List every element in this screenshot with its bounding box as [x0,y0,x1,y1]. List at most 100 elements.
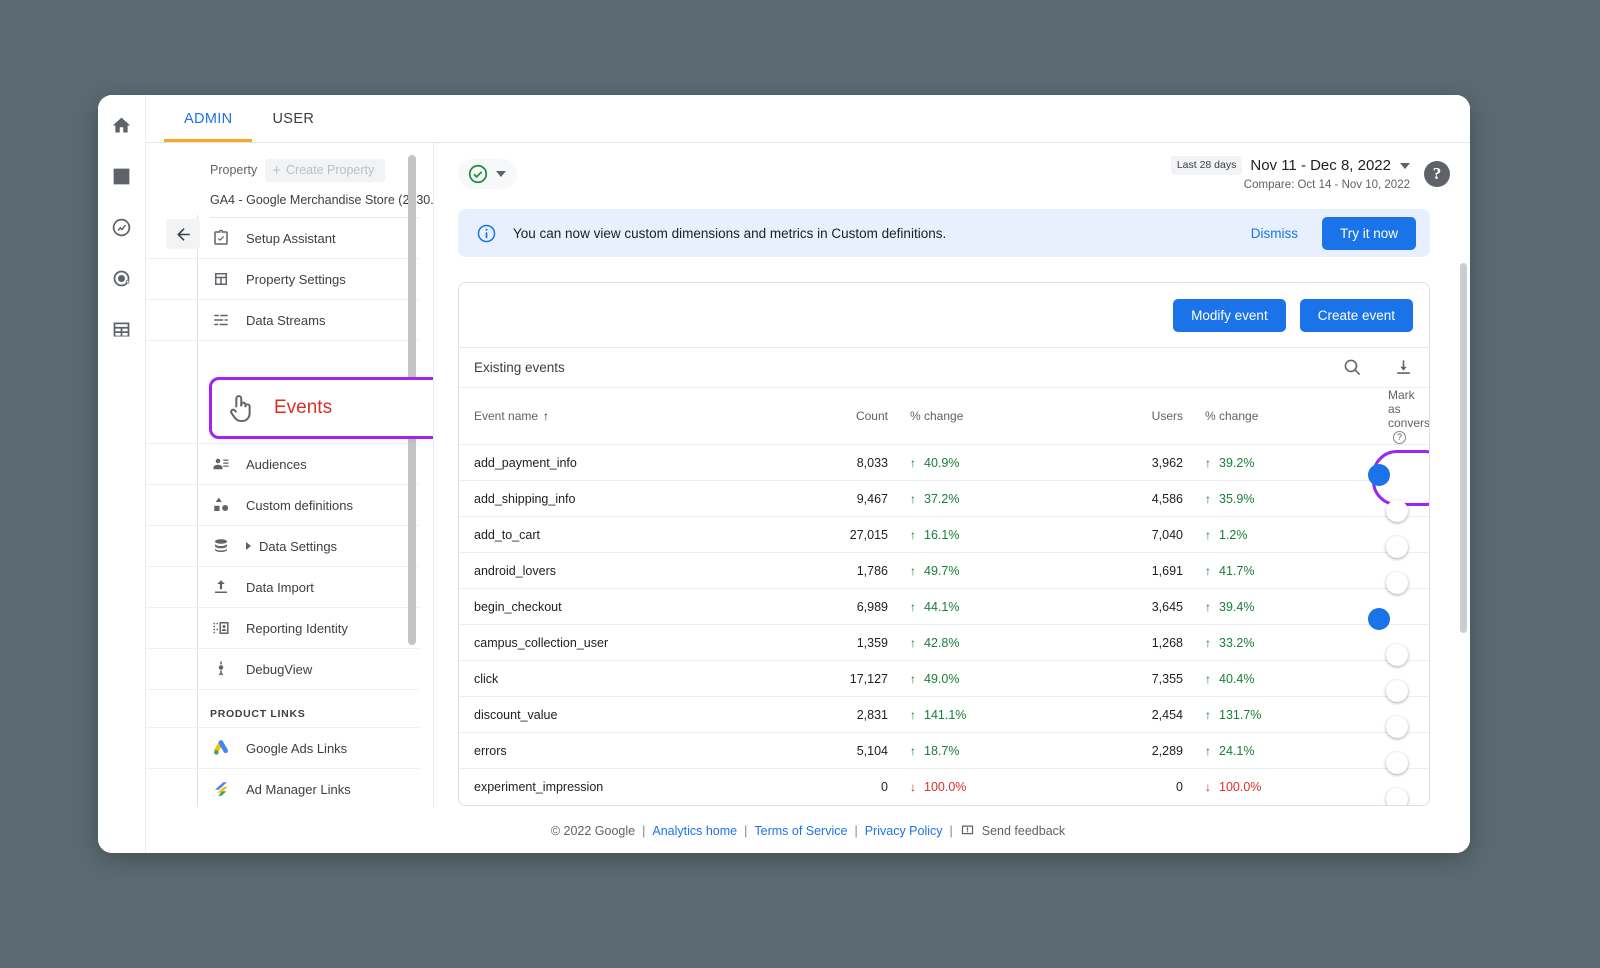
sidebar-item-property-settings[interactable]: Property Settings [146,259,419,300]
col-event-name[interactable]: Event name↑ [459,388,789,445]
date-range-picker[interactable]: Last 28 days Nov 11 - Dec 8, 2022 Compar… [1171,155,1410,193]
users-change-value: 41.7% [1219,564,1254,578]
footer-link-analytics-home[interactable]: Analytics home [652,824,737,838]
back-button[interactable] [166,219,200,249]
chevron-down-icon [1400,163,1410,169]
data-status-dropdown[interactable] [458,159,517,189]
property-header: Property + Create Property [146,157,433,183]
property-name[interactable]: GA4 - Google Merchandise Store (2130... [146,183,433,217]
table-row[interactable]: campus_collection_user1,359↑42.8%1,268↑3… [459,625,1429,661]
trend-arrow-icon: ↑ [1205,745,1211,757]
count-change-value: 42.8% [924,636,959,650]
users-change-value: 131.7% [1219,708,1261,722]
database-icon [210,535,232,557]
dismiss-button[interactable]: Dismiss [1243,220,1306,247]
table-row[interactable]: add_to_cart27,015↑16.1%7,040↑1.2% [459,517,1429,553]
cell-users: 3,962 [1084,445,1189,481]
tab-user[interactable]: USER [252,96,334,142]
sidebar-item-data-import[interactable]: Data Import [146,567,419,608]
help-question-icon[interactable]: ? [1393,431,1406,444]
sidebar-item-data-streams[interactable]: Data Streams [146,300,419,341]
sidebar-item-ad-manager-links[interactable]: Ad Manager Links [146,769,419,807]
table-row[interactable]: add_shipping_info9,467↑37.2%4,586↑35.9% [459,481,1429,517]
main-scrollbar[interactable] [1460,263,1467,633]
table-row[interactable]: errors5,104↑18.7%2,289↑24.1% [459,733,1429,769]
sidebar-item-debugview[interactable]: DebugView [146,649,419,690]
table-row[interactable]: discount_value2,831↑141.1%2,454↑131.7% [459,697,1429,733]
tab-admin[interactable]: ADMIN [164,96,252,142]
tab-admin-label: ADMIN [184,111,232,127]
home-icon[interactable] [106,109,138,141]
arrow-left-icon [174,225,193,244]
table-row[interactable]: begin_checkout6,989↑44.1%3,645↑39.4% [459,589,1429,625]
sidebar-item-google-ads-links[interactable]: Google Ads Links [146,728,419,769]
cell-mark-as-conversion [1364,445,1429,481]
trend-arrow-icon: ↑ [1205,457,1211,469]
cell-count: 2,831 [789,697,894,733]
sidebar-item-audiences[interactable]: Audiences [146,444,419,485]
clipboard-check-icon [210,227,232,249]
users-change-value: 35.9% [1219,492,1254,506]
modify-event-button[interactable]: Modify event [1173,299,1286,332]
col-mark-label: Mark as conversion [1388,388,1430,430]
advertising-icon[interactable] [106,262,138,294]
cell-users: 1,691 [1084,553,1189,589]
trend-arrow-icon: ↑ [910,493,916,505]
check-circle-icon [467,163,489,185]
cell-mark-as-conversion [1364,661,1429,697]
configure-icon[interactable] [106,313,138,345]
cell-count-change: ↑37.2% [894,481,1084,517]
table-row[interactable]: experiment_impression0↓100.0%0↓100.0% [459,769,1429,805]
explore-icon[interactable] [106,211,138,243]
help-glyph: ? [1433,164,1442,184]
main-column: ADMIN USER Property + Create Property [146,95,1470,853]
col-users-change[interactable]: % change [1189,388,1364,445]
existing-events-header: Existing events [459,347,1429,387]
trend-arrow-icon: ↑ [1205,601,1211,613]
layout-icon [210,268,232,290]
content-body: Property + Create Property GA4 - Google … [146,143,1470,807]
count-change-value: 18.7% [924,744,959,758]
col-count-change[interactable]: % change [894,388,1084,445]
search-icon[interactable] [1343,358,1362,377]
cell-count: 5,104 [789,733,894,769]
help-icon[interactable]: ? [1424,161,1450,187]
table-row[interactable]: click17,127↑49.0%7,355↑40.4% [459,661,1429,697]
main-topbar: Last 28 days Nov 11 - Dec 8, 2022 Compar… [434,143,1470,205]
count-change-value: 100.0% [924,780,966,794]
send-feedback-button[interactable]: Send feedback [960,823,1065,838]
cell-event-name: add_payment_info [459,445,789,481]
count-change-value: 40.9% [924,456,959,470]
upload-icon [210,576,232,598]
sidebar-item-reporting-identity[interactable]: Reporting Identity [146,608,419,649]
toggle-knob [1386,536,1408,558]
cell-count-change: ↓100.0% [894,769,1084,805]
existing-events-title: Existing events [474,360,565,375]
cell-users: 1,268 [1084,625,1189,661]
shapes-icon [210,494,232,516]
cell-users-change: ↑40.4% [1189,661,1364,697]
table-row[interactable]: android_lovers1,786↑49.7%1,691↑41.7% [459,553,1429,589]
users-change-value: 24.1% [1219,744,1254,758]
footer-link-privacy[interactable]: Privacy Policy [865,824,943,838]
footer-link-terms[interactable]: Terms of Service [754,824,847,838]
cell-users: 4,586 [1084,481,1189,517]
plus-icon: + [272,163,281,178]
count-change-value: 141.1% [924,708,966,722]
events-highlight-callout[interactable]: Events [209,377,434,439]
create-property-button[interactable]: + Create Property [265,159,385,182]
product-links-header: PRODUCT LINKS [146,690,419,728]
chevron-right-icon[interactable] [246,542,251,550]
try-it-now-button[interactable]: Try it now [1322,217,1416,250]
sidebar-item-custom-definitions[interactable]: Custom definitions [146,485,419,526]
toggle-knob [1386,716,1408,738]
download-icon[interactable] [1394,358,1413,377]
create-event-button[interactable]: Create event [1300,299,1413,332]
toggle-knob [1386,572,1408,594]
reports-icon[interactable] [106,160,138,192]
sidebar-item-data-settings[interactable]: Data Settings [146,526,419,567]
col-users[interactable]: Users [1084,388,1189,445]
table-row[interactable]: add_payment_info8,033↑40.9%3,962↑39.2% [459,445,1429,481]
col-count[interactable]: Count [789,388,894,445]
footer-separator: | [950,824,953,838]
